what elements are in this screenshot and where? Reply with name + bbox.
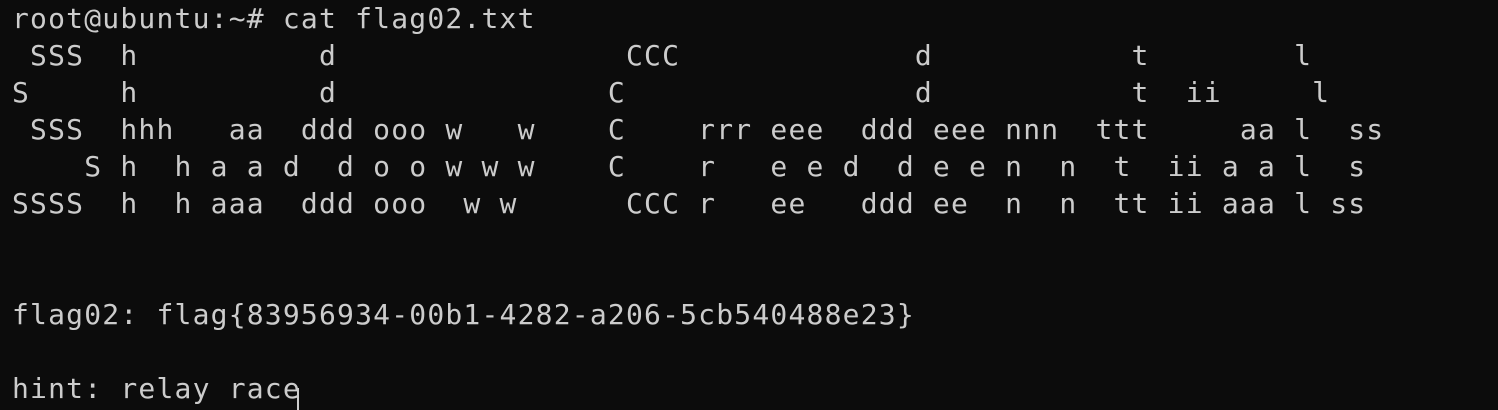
ascii-banner-line-3: SSS hhh aa ddd ooo w w C rrr eee ddd eee…	[12, 113, 1385, 146]
terminal-window[interactable]: root@ubuntu:~# cat flag02.txt SSS h d CC…	[0, 0, 1498, 410]
ascii-banner-line-2: S h d C d t ii l	[12, 76, 1331, 109]
flag-output-line: flag02: flag{83956934-00b1-4282-a206-5cb…	[12, 298, 915, 331]
hint-line-wrapper: hint: relay race	[12, 370, 1498, 407]
hint-output-line: hint: relay race	[12, 372, 301, 405]
ascii-banner-line-4: S h h a a d d o o w w w C r e e d d e e …	[12, 150, 1367, 183]
text-cursor	[297, 388, 299, 410]
ascii-banner-line-5: SSSS h h aaa ddd ooo w w CCC r ee ddd ee…	[12, 187, 1367, 220]
ascii-banner-line-1: SSS h d CCC d t l	[12, 39, 1313, 72]
command-prompt-line: root@ubuntu:~# cat flag02.txt	[12, 2, 536, 35]
